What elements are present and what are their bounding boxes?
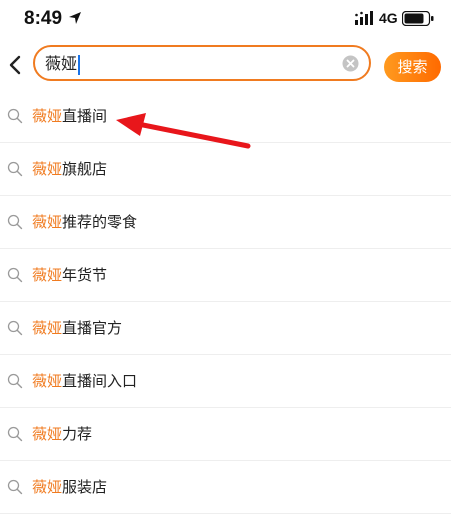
- suggestion-highlight: 薇娅: [32, 160, 63, 178]
- search-box[interactable]: 薇娅: [33, 45, 371, 81]
- suggestion-text: 薇娅服装店: [32, 476, 107, 498]
- suggestion-suffix: 直播官方: [62, 319, 123, 337]
- suggestion-suffix: 服装店: [62, 478, 108, 496]
- suggestion-highlight: 薇娅: [32, 372, 63, 390]
- text-cursor: [78, 54, 81, 75]
- suggestion-text: 薇娅直播间: [32, 105, 107, 127]
- suggestion-text: 薇娅推荐的零食: [32, 211, 137, 233]
- suggestion-suffix: 直播间入口: [62, 372, 138, 390]
- annotation-arrow-icon: [116, 113, 251, 149]
- signal-icon: [355, 11, 373, 25]
- back-chevron-icon[interactable]: [6, 53, 26, 77]
- search-icon: [7, 373, 23, 389]
- suggestion-text: 薇娅旗舰店: [32, 158, 107, 180]
- suggestion-text: 薇娅力荐: [32, 423, 92, 445]
- suggestion-suffix: 直播间: [62, 107, 108, 125]
- search-icon: [7, 214, 23, 230]
- suggestion-item[interactable]: 薇娅直播官方: [0, 302, 451, 355]
- battery-icon: [402, 11, 434, 26]
- suggestion-highlight: 薇娅: [32, 478, 63, 496]
- suggestion-highlight: 薇娅: [32, 266, 63, 284]
- suggestion-list: 薇娅直播间 薇娅旗舰店 薇娅推荐的零食 薇娅年货节 薇娅直播官方 薇娅直播间入口…: [0, 90, 451, 514]
- location-arrow-icon: [69, 12, 81, 24]
- search-icon: [7, 479, 23, 495]
- network-type: 4G: [379, 10, 398, 26]
- suggestion-text: 薇娅年货节: [32, 264, 107, 286]
- status-bar: 8:49 4G: [0, 0, 451, 40]
- search-query: 薇娅: [45, 54, 78, 73]
- search-button[interactable]: 搜索: [384, 52, 441, 82]
- search-icon: [7, 267, 23, 283]
- suggestion-item[interactable]: 薇娅年货节: [0, 249, 451, 302]
- search-input[interactable]: 薇娅: [45, 53, 81, 75]
- suggestion-suffix: 年货节: [62, 266, 108, 284]
- search-icon: [7, 426, 23, 442]
- suggestion-suffix: 旗舰店: [62, 160, 108, 178]
- suggestion-highlight: 薇娅: [32, 213, 63, 231]
- suggestion-item[interactable]: 薇娅服装店: [0, 461, 451, 514]
- search-icon: [7, 161, 23, 177]
- suggestion-highlight: 薇娅: [32, 425, 63, 443]
- suggestion-highlight: 薇娅: [32, 107, 63, 125]
- suggestion-text: 薇娅直播间入口: [32, 370, 137, 392]
- suggestion-item[interactable]: 薇娅力荐: [0, 408, 451, 461]
- search-icon: [7, 320, 23, 336]
- status-time: 8:49: [24, 8, 63, 29]
- suggestion-item[interactable]: 薇娅直播间入口: [0, 355, 451, 408]
- suggestion-highlight: 薇娅: [32, 319, 63, 337]
- search-header: 薇娅 搜索: [0, 40, 451, 90]
- suggestion-suffix: 推荐的零食: [62, 213, 138, 231]
- suggestion-text: 薇娅直播官方: [32, 317, 122, 339]
- suggestion-suffix: 力荐: [62, 425, 93, 443]
- clear-icon[interactable]: [342, 55, 359, 72]
- search-icon: [7, 108, 23, 124]
- suggestion-item[interactable]: 薇娅推荐的零食: [0, 196, 451, 249]
